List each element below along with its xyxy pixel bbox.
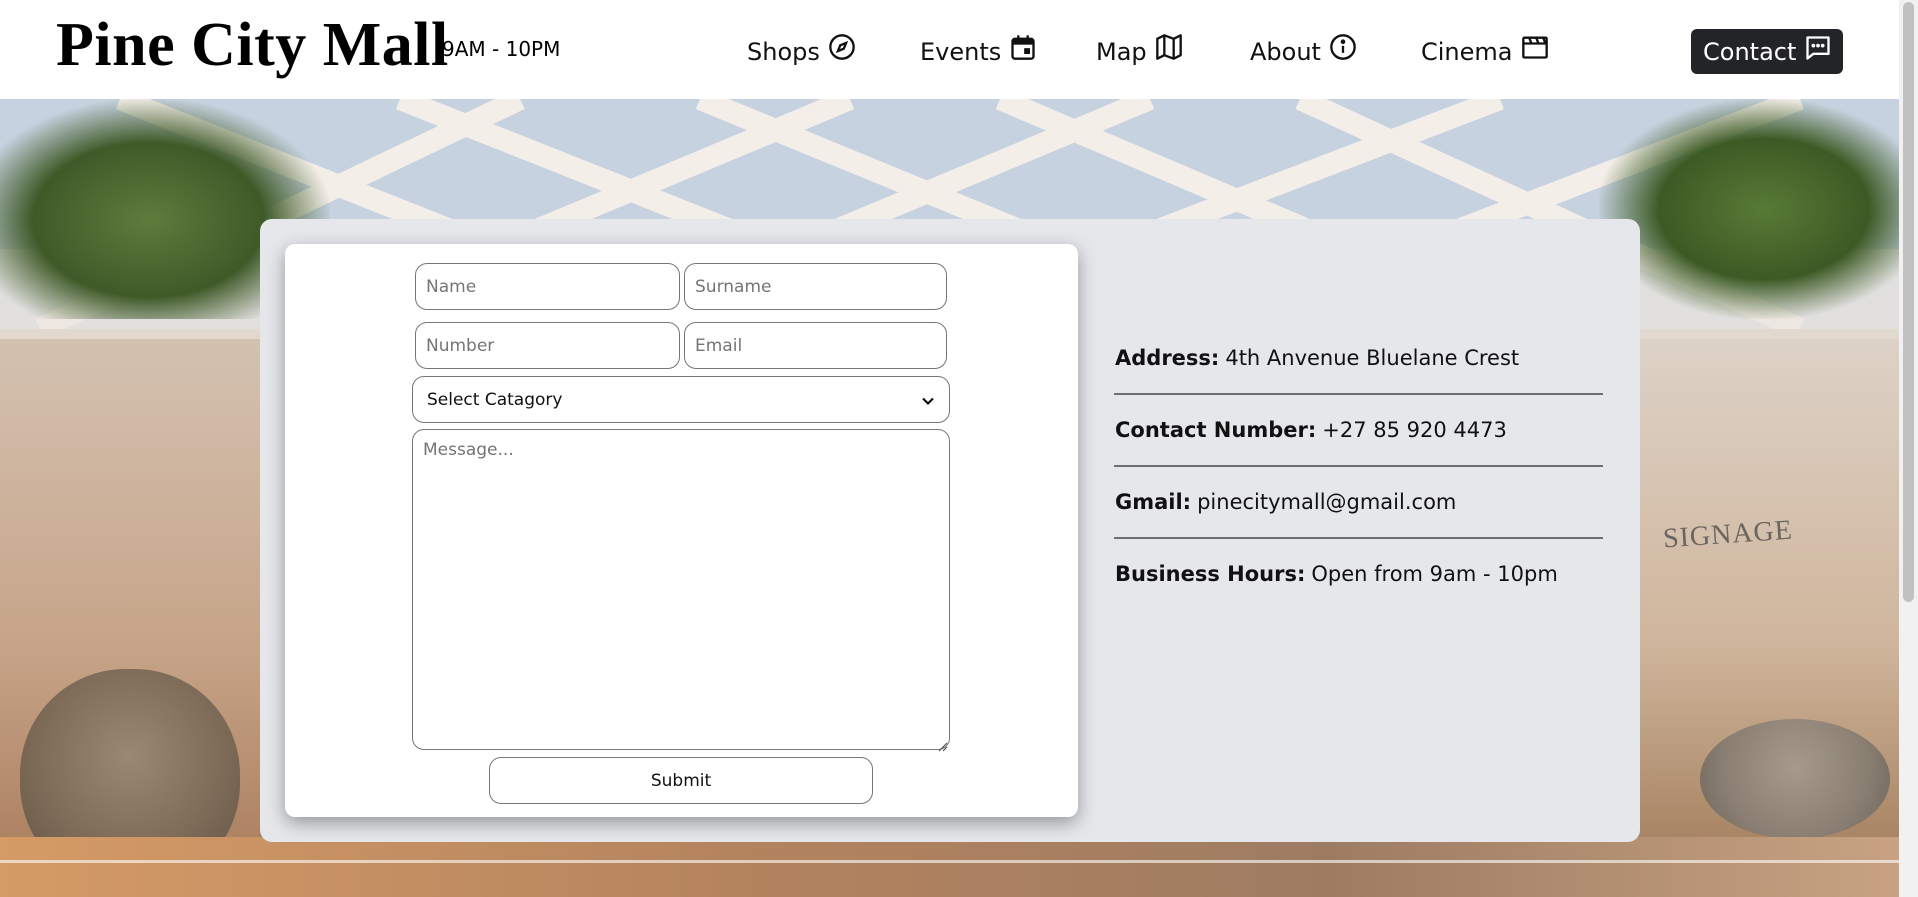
compass-icon [828, 33, 856, 61]
nav-map-link[interactable]: Map [1096, 32, 1183, 72]
nav-about-label: About [1250, 38, 1321, 66]
scrollbar-thumb[interactable] [1903, 2, 1914, 602]
message-icon [1804, 34, 1832, 62]
nav-shops-link[interactable]: Shops [747, 32, 856, 72]
chevron-down-icon [921, 393, 935, 407]
phone-value: +27 85 920 4473 [1322, 418, 1507, 442]
divider [1114, 465, 1603, 467]
nav-events-label: Events [920, 38, 1002, 66]
divider [1114, 393, 1603, 395]
opening-hours: 9AM - 10PM [442, 37, 561, 61]
top-navbar: Pine City Mall 9AM - 10PM Shops Events M… [0, 0, 1899, 99]
plush-sculpture-right [1700, 719, 1890, 839]
address-info: Address: 4th Anvenue Bluelane Crest [1115, 346, 1519, 370]
address-key: Address: [1115, 346, 1220, 370]
contact-button[interactable]: Contact [1691, 29, 1843, 74]
number-input[interactable] [415, 322, 680, 369]
calendar-icon [1009, 33, 1037, 61]
nav-about-link[interactable]: About [1250, 32, 1357, 72]
message-textarea[interactable] [412, 429, 950, 750]
address-value: 4th Anvenue Bluelane Crest [1225, 346, 1520, 370]
site-title[interactable]: Pine City Mall [56, 10, 449, 81]
page-scrollbar[interactable] [1899, 0, 1918, 897]
phone-key: Contact Number: [1115, 418, 1317, 442]
mall-floor [0, 837, 1899, 897]
nav-cinema-label: Cinema [1421, 38, 1513, 66]
business-hours-value: Open from 9am - 10pm [1311, 562, 1558, 586]
contact-button-label: Contact [1703, 37, 1797, 66]
divider [1114, 537, 1603, 539]
nav-shops-label: Shops [747, 38, 820, 66]
gmail-key: Gmail: [1115, 490, 1192, 514]
name-input[interactable] [415, 263, 680, 310]
info-icon [1329, 33, 1357, 61]
clapperboard-icon [1521, 33, 1549, 61]
phone-info: Contact Number: +27 85 920 4473 [1115, 418, 1507, 442]
map-icon [1155, 33, 1183, 61]
category-select[interactable]: Select Catagory [412, 376, 950, 423]
nav-events-link[interactable]: Events [920, 32, 1037, 72]
nav-cinema-link[interactable]: Cinema [1421, 32, 1549, 72]
balcony-rail [0, 860, 1899, 863]
category-select-value: Select Catagory [427, 389, 563, 410]
tree-right [1599, 99, 1899, 319]
nav-map-label: Map [1096, 38, 1147, 66]
resize-handle-icon[interactable] [937, 737, 948, 752]
surname-input[interactable] [684, 263, 947, 310]
gmail-value: pinecitymall@gmail.com [1197, 490, 1457, 514]
submit-button[interactable]: Submit [489, 757, 873, 804]
business-hours-info: Business Hours: Open from 9am - 10pm [1115, 562, 1558, 586]
email-input[interactable] [684, 322, 947, 369]
business-hours-key: Business Hours: [1115, 562, 1306, 586]
gmail-info: Gmail: pinecitymall@gmail.com [1115, 490, 1456, 514]
